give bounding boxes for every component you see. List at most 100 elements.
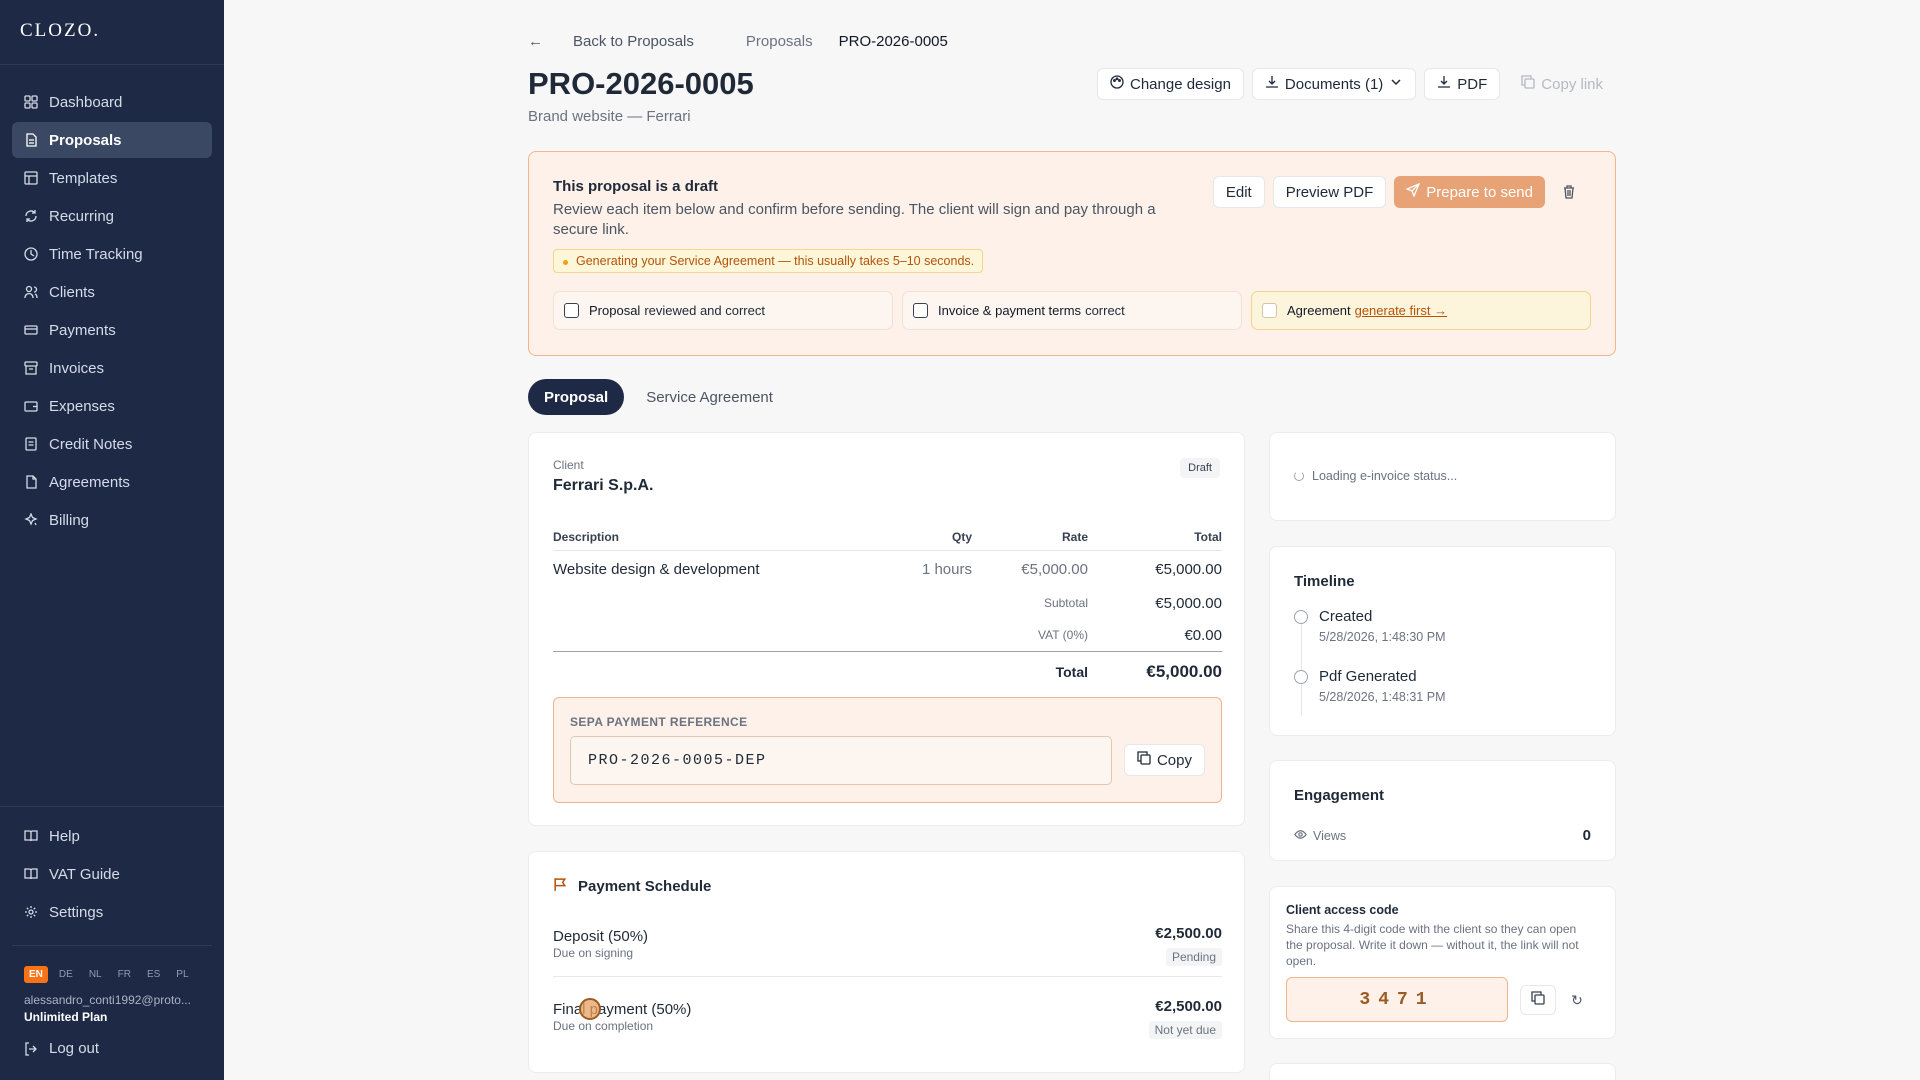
sidebar-item-clients[interactable]: Clients — [12, 274, 212, 310]
sidebar-item-proposals[interactable]: Proposals — [12, 122, 212, 158]
sidebar-item-help[interactable]: Help — [12, 818, 212, 854]
sidebar-item-agreements[interactable]: Agreements — [12, 464, 212, 500]
brand-logo[interactable]: CLOZO. — [20, 20, 100, 42]
check-proposal-reviewed[interactable]: Proposal reviewed and correct — [553, 291, 893, 330]
arrow-left-icon: ← — [528, 33, 543, 50]
prepare-label: Prepare to send — [1426, 183, 1533, 201]
schedule-status: Not yet due — [1148, 1021, 1222, 1039]
sidebar-item-payments[interactable]: Payments — [12, 312, 212, 348]
sepa-reference-field[interactable]: PRO-2026-0005-DEP — [570, 736, 1112, 785]
book-icon — [24, 829, 38, 843]
card-icon — [24, 323, 38, 337]
prepare-to-send-button[interactable]: Prepare to send — [1394, 176, 1545, 208]
schedule-row-deposit: Deposit (50%) Due on signing €2,500.00 P… — [553, 925, 1222, 966]
timeline-card: Timeline Created 5/28/2026, 1:48:30 PM P… — [1269, 546, 1616, 736]
documents-label: Documents (1) — [1284, 75, 1384, 93]
client-label: Client — [553, 458, 584, 472]
page-subtitle: Brand website — Ferrari — [528, 108, 691, 125]
copy-link-button[interactable]: Copy link — [1508, 68, 1616, 100]
copy-code-button[interactable] — [1520, 985, 1556, 1015]
download-icon — [1265, 75, 1279, 93]
copy-reference-button[interactable]: Copy — [1123, 744, 1205, 776]
breadcrumb: ← Back to Proposals Proposals PRO-2026-0… — [528, 33, 974, 50]
wallet-icon — [24, 399, 38, 413]
column-header: Total — [1194, 529, 1222, 544]
gear-icon — [24, 905, 38, 919]
lang-fr[interactable]: FR — [113, 966, 136, 983]
check-label-text: correct — [1085, 303, 1125, 318]
status-dot-icon — [563, 260, 568, 265]
event-label: Created — [1319, 608, 1373, 625]
sidebar-item-label: Settings — [49, 903, 104, 921]
user-plan: Unlimited Plan — [24, 1010, 108, 1024]
sidebar-item-templates[interactable]: Templates — [12, 160, 212, 196]
access-description: Share this 4-digit code with the client … — [1286, 922, 1579, 968]
views-label: Views — [1313, 828, 1347, 843]
subtotal-label: Subtotal — [1043, 596, 1088, 610]
sidebar-item-time-tracking[interactable]: Time Tracking — [12, 236, 212, 272]
refresh-icon: ↻ — [1571, 991, 1583, 1008]
check-invoice-terms[interactable]: Invoice & payment terms correct — [902, 291, 1242, 330]
timeline-event: Created 5/28/2026, 1:48:30 PM — [1294, 608, 1445, 644]
brand-divider — [0, 64, 224, 65]
sidebar-item-recurring[interactable]: Recurring — [12, 198, 212, 234]
trash-icon[interactable] — [1553, 176, 1585, 208]
divider — [553, 976, 1222, 977]
change-design-button[interactable]: Change design — [1097, 68, 1244, 100]
user-email: alessandro_conti1992@proto... — [24, 993, 191, 1007]
check-label-bold: Invoice & payment terms — [938, 303, 1082, 318]
back-link[interactable]: ← Back to Proposals — [528, 33, 720, 50]
refresh-code-button[interactable]: ↻ — [1562, 985, 1592, 1015]
copy-icon — [1521, 75, 1535, 93]
lang-es[interactable]: ES — [142, 966, 165, 983]
total-label: Total — [1055, 663, 1088, 680]
logout-button[interactable]: Log out — [24, 1040, 99, 1057]
documents-dropdown[interactable]: Documents (1) — [1251, 68, 1417, 100]
schedule-name: Deposit (50%) — [553, 928, 649, 945]
einvoice-status-text: Loading e-invoice status... — [1312, 469, 1458, 483]
sidebar-item-settings[interactable]: Settings — [12, 894, 212, 930]
sidebar-divider — [0, 806, 224, 807]
pdf-button[interactable]: PDF — [1424, 68, 1501, 100]
check-agreement: Agreement generate first → — [1251, 291, 1591, 330]
eye-icon — [1294, 828, 1307, 844]
sidebar-item-credit-notes[interactable]: Credit Notes — [12, 426, 212, 462]
vat-value: €0.00 — [1184, 626, 1222, 644]
sidebar-item-label: Templates — [49, 169, 118, 187]
sidebar-item-billing[interactable]: Billing — [12, 502, 212, 538]
tab-proposal[interactable]: Proposal — [528, 379, 625, 415]
schedule-row-final: Final payment (50%) Due on completion €2… — [553, 998, 1222, 1039]
tab-service-agreement[interactable]: Service Agreement — [630, 379, 789, 415]
sidebar-item-invoices[interactable]: Invoices — [12, 350, 212, 386]
sidebar-item-label: Payments — [49, 321, 116, 339]
lang-pl[interactable]: PL — [171, 966, 193, 983]
sidebar-item-vat-guide[interactable]: VAT Guide — [12, 856, 212, 892]
schedule-due: Due on completion — [553, 1019, 654, 1033]
schedule-amount: €2,500.00 — [1155, 998, 1222, 1015]
breadcrumb-proposals[interactable]: Proposals — [746, 33, 813, 50]
generate-first-link[interactable]: generate first → — [1355, 303, 1448, 318]
event-time: 5/28/2026, 1:48:30 PM — [1319, 630, 1446, 644]
header-actions: Change design Documents (1) PDF Copy lin… — [1097, 68, 1616, 100]
checkbox[interactable] — [913, 303, 928, 318]
table-header: Description Qty Rate Total — [553, 523, 1222, 551]
einvoice-status-card: Loading e-invoice status... — [1269, 432, 1616, 521]
preview-pdf-button[interactable]: Preview PDF — [1272, 176, 1387, 208]
checkbox[interactable] — [564, 303, 579, 318]
page-title: PRO-2026-0005 — [528, 66, 754, 101]
sidebar-item-dashboard[interactable]: Dashboard — [12, 84, 212, 120]
lang-de[interactable]: DE — [54, 966, 78, 983]
clock-icon — [1294, 670, 1308, 684]
lang-en[interactable]: EN — [24, 966, 48, 983]
sidebar-item-label: Expenses — [49, 397, 115, 415]
pdf-label: PDF — [1457, 75, 1488, 93]
check-label-bold: Proposal — [589, 303, 641, 318]
copy-icon — [1531, 990, 1545, 1010]
lang-nl[interactable]: NL — [84, 966, 107, 983]
send-icon — [1405, 182, 1421, 201]
line-items-table: Description Qty Rate Total Website desig… — [553, 523, 1222, 691]
sidebar-item-expenses[interactable]: Expenses — [12, 388, 212, 424]
template-icon — [24, 171, 38, 185]
vat-label: VAT (0%) — [1037, 628, 1088, 642]
edit-button[interactable]: Edit — [1212, 176, 1265, 208]
